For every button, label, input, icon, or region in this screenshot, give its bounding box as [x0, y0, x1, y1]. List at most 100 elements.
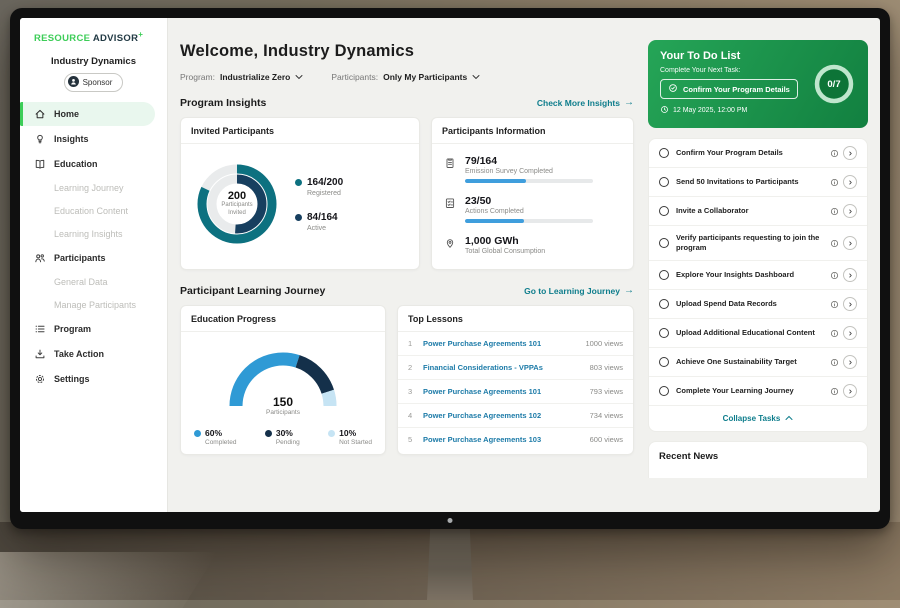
- collapse-tasks-link[interactable]: Collapse Tasks: [649, 406, 867, 431]
- checklist-icon: [444, 195, 457, 223]
- next-task-pill[interactable]: Confirm Your Program Details: [660, 79, 798, 99]
- task-row-upload-spend-data[interactable]: Upload Spend Data Records: [649, 290, 867, 319]
- sidebar-item-learning-journey[interactable]: Learning Journey: [20, 177, 167, 199]
- gauge-total-value: 150: [218, 395, 348, 409]
- logo-plus-text: +: [138, 30, 143, 39]
- task-checkbox[interactable]: [659, 328, 669, 338]
- sidebar-item-general-data[interactable]: General Data: [20, 271, 167, 293]
- participants-dropdown-label: Participants:: [331, 72, 378, 82]
- arrow-right-icon: →: [624, 286, 634, 296]
- chevron-right-icon[interactable]: [843, 384, 857, 398]
- lesson-views: 600 views: [590, 435, 623, 444]
- task-row-complete-learning-journey[interactable]: Complete Your Learning Journey: [649, 377, 867, 406]
- task-checkbox[interactable]: [659, 357, 669, 367]
- lesson-link[interactable]: Financial Considerations - VPPAs: [423, 363, 583, 372]
- task-checkbox[interactable]: [659, 270, 669, 280]
- sidebar-item-label: Participants: [54, 253, 106, 263]
- chevron-right-icon[interactable]: [843, 268, 857, 282]
- lesson-row: 3 Power Purchase Agreements 101 793 view…: [398, 380, 633, 404]
- education-gauge-chart: 150 Participants: [218, 342, 348, 419]
- sidebar-item-label: Learning Journey: [54, 183, 124, 193]
- learning-cards: Education Progress 150 Participants: [180, 305, 634, 455]
- sidebar-item-education-content[interactable]: Education Content: [20, 200, 167, 222]
- emission-survey-row: 79/164 Emission Survey Completed: [444, 155, 621, 183]
- invited-legend: 164/200 Registered 84/164 Active: [295, 177, 343, 232]
- task-row-upload-educational-content[interactable]: Upload Additional Educational Content: [649, 319, 867, 348]
- chevron-right-icon[interactable]: [843, 297, 857, 311]
- arrow-right-icon: →: [624, 98, 634, 108]
- sidebar-item-program[interactable]: Program: [20, 317, 167, 341]
- sidebar-item-learning-insights[interactable]: Learning Insights: [20, 223, 167, 245]
- task-row-explore-insights[interactable]: Explore Your Insights Dashboard: [649, 261, 867, 290]
- lesson-link[interactable]: Power Purchase Agreements 103: [423, 435, 583, 444]
- sidebar-item-label: Home: [54, 109, 79, 119]
- chevron-right-icon[interactable]: [843, 326, 857, 340]
- sidebar-item-label: General Data: [54, 277, 108, 287]
- sidebar-item-education[interactable]: Education: [20, 152, 167, 176]
- lesson-views: 1000 views: [585, 339, 623, 348]
- lesson-row: 4 Power Purchase Agreements 102 734 view…: [398, 404, 633, 428]
- chevron-right-icon[interactable]: [843, 175, 857, 189]
- sponsor-badge[interactable]: Sponsor: [64, 73, 124, 92]
- todo-progress-ring: 0/7: [812, 62, 856, 106]
- task-checkbox[interactable]: [659, 238, 669, 248]
- check-more-insights-link[interactable]: Check More Insights →: [537, 98, 634, 108]
- task-row-verify-participants[interactable]: Verify participants requesting to join t…: [649, 226, 867, 261]
- sidebar: RESOURCE ADVISOR+ Industry Dynamics Spon…: [20, 18, 168, 512]
- todo-title: Your To Do List: [660, 50, 856, 62]
- download-action-icon: [34, 348, 46, 360]
- sponsor-avatar-icon: [68, 76, 79, 89]
- list-icon: [34, 323, 46, 335]
- sidebar-item-manage-participants[interactable]: Manage Participants: [20, 294, 167, 316]
- completed-legend-item: 60% Completed: [194, 428, 236, 446]
- sidebar-item-participants[interactable]: Participants: [20, 246, 167, 270]
- chevron-right-icon[interactable]: [843, 355, 857, 369]
- sidebar-item-label: Settings: [54, 374, 90, 384]
- recent-news-title: Recent News: [659, 451, 857, 462]
- sidebar-item-insights[interactable]: Insights: [20, 127, 167, 151]
- task-checkbox[interactable]: [659, 386, 669, 396]
- lesson-rank: 1: [408, 339, 416, 348]
- participants-dropdown[interactable]: Participants: Only My Participants: [331, 72, 480, 82]
- registered-dot: [295, 179, 302, 186]
- task-checkbox[interactable]: [659, 148, 669, 158]
- registered-legend-item: 164/200 Registered: [295, 177, 343, 197]
- pending-pct: 30%: [276, 428, 293, 438]
- info-icon: [830, 329, 839, 338]
- task-checkbox[interactable]: [659, 206, 669, 216]
- invited-participants-card: Invited Participants 200 Participants In…: [180, 117, 420, 270]
- next-task-due: 12 May 2025, 12:00 PM: [660, 105, 856, 116]
- task-label: Verify participants requesting to join t…: [676, 233, 823, 253]
- task-row-achieve-sustainability-target[interactable]: Achieve One Sustainability Target: [649, 348, 867, 377]
- task-row-send-invitations[interactable]: Send 50 Invitations to Participants: [649, 168, 867, 197]
- completed-label: Completed: [205, 439, 236, 446]
- lesson-link[interactable]: Power Purchase Agreements 102: [423, 411, 583, 420]
- program-dropdown[interactable]: Program: Industrialize Zero: [180, 72, 303, 82]
- lesson-views: 793 views: [590, 387, 623, 396]
- task-checkbox[interactable]: [659, 299, 669, 309]
- sidebar-item-label: Program: [54, 324, 91, 334]
- task-row-invite-collaborator[interactable]: Invite a Collaborator: [649, 197, 867, 226]
- lesson-link[interactable]: Power Purchase Agreements 101: [423, 339, 578, 348]
- task-label: Explore Your Insights Dashboard: [676, 270, 823, 280]
- learning-journey-header: Participant Learning Journey Go to Learn…: [180, 285, 634, 297]
- invited-card-title: Invited Participants: [181, 118, 419, 144]
- chevron-right-icon[interactable]: [843, 236, 857, 250]
- go-to-learning-journey-link[interactable]: Go to Learning Journey →: [524, 286, 634, 296]
- chevron-right-icon[interactable]: [843, 204, 857, 218]
- task-checkbox[interactable]: [659, 177, 669, 187]
- lesson-link[interactable]: Power Purchase Agreements 101: [423, 387, 583, 396]
- not-started-legend-item: 10% Not Started: [328, 428, 372, 446]
- chevron-right-icon[interactable]: [843, 146, 857, 160]
- lessons-list: 1 Power Purchase Agreements 101 1000 vie…: [398, 332, 633, 451]
- task-row-confirm-program[interactable]: Confirm Your Program Details: [649, 139, 867, 168]
- book-icon: [34, 158, 46, 170]
- registered-label: Registered: [307, 190, 343, 197]
- chevron-down-icon: [295, 72, 303, 82]
- registered-value: 164/200: [307, 177, 343, 188]
- sidebar-item-label: Education Content: [54, 206, 128, 216]
- completed-dot: [194, 430, 201, 437]
- sidebar-item-home[interactable]: Home: [20, 102, 155, 126]
- sidebar-item-take-action[interactable]: Take Action: [20, 342, 167, 366]
- sidebar-item-settings[interactable]: Settings: [20, 367, 167, 391]
